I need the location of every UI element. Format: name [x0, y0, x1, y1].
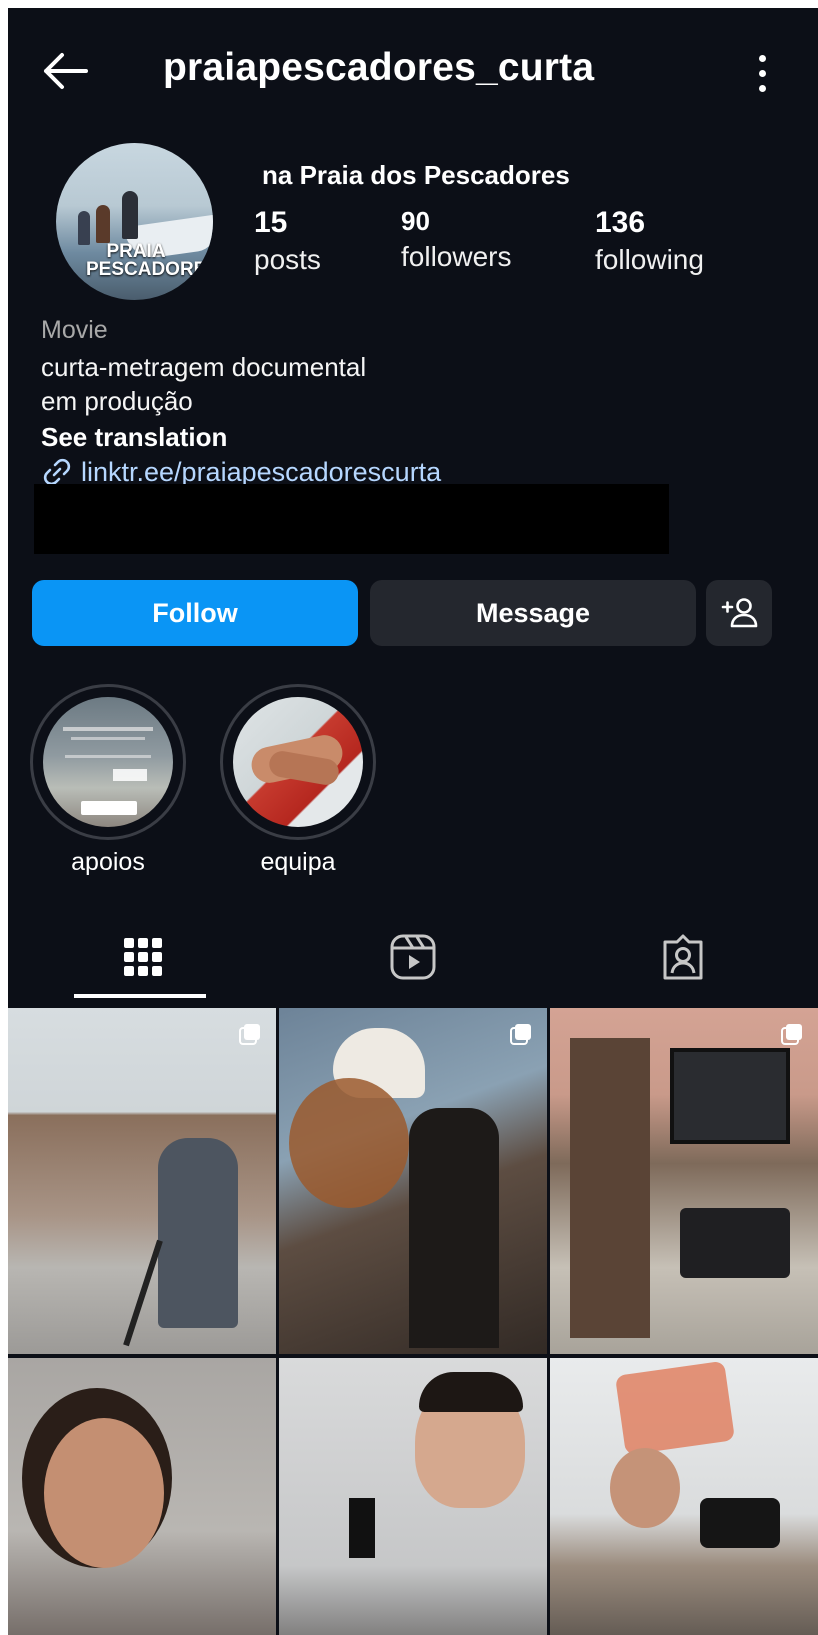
- see-translation-link[interactable]: See translation: [41, 422, 227, 453]
- post-thumbnail[interactable]: [279, 1358, 547, 1635]
- stat-followers[interactable]: 90 followers: [401, 206, 511, 273]
- add-user-icon: [721, 598, 758, 628]
- grid-icon: [124, 938, 162, 976]
- profile-avatar[interactable]: PRAIA PESCADORES: [56, 143, 213, 300]
- display-name: na Praia dos Pescadores: [262, 160, 570, 190]
- following-count: 136: [595, 206, 646, 239]
- profile-category: Movie: [41, 316, 108, 344]
- post-thumbnail[interactable]: [550, 1358, 818, 1635]
- bio-link-text: linktr.ee/praiapescadorescurta: [81, 456, 442, 487]
- followers-label: followers: [401, 241, 512, 272]
- post-thumbnail[interactable]: [8, 1008, 276, 1354]
- followers-count: 90: [401, 206, 430, 236]
- message-button[interactable]: Message: [370, 580, 696, 646]
- profile-screen: praiapescadores_curta PRAIA PESCADORES n…: [8, 8, 818, 1635]
- tab-grid[interactable]: [8, 908, 278, 1006]
- profile-username: praiapescadores_curta: [163, 46, 595, 89]
- post-thumbnail[interactable]: [8, 1358, 276, 1635]
- more-options-button[interactable]: [744, 48, 780, 98]
- active-tab-indicator: [74, 994, 206, 998]
- stat-posts[interactable]: 15 posts: [254, 206, 321, 276]
- bio-line-2: em produção: [41, 386, 193, 416]
- posts-label: posts: [254, 244, 321, 275]
- multiple-posts-icon: [509, 1022, 533, 1046]
- follow-button[interactable]: Follow: [32, 580, 358, 646]
- arrow-left-icon: [44, 53, 88, 89]
- bio-line-1: curta-metragem documental: [41, 352, 367, 382]
- highlight-apoios-label: apoios: [71, 848, 145, 876]
- multiple-posts-icon: [780, 1022, 804, 1046]
- tab-tagged[interactable]: [548, 908, 818, 1006]
- multiple-posts-icon: [238, 1022, 262, 1046]
- highlight-apoios[interactable]: apoios: [30, 684, 186, 877]
- back-button[interactable]: [36, 46, 96, 96]
- highlight-equipa[interactable]: equipa: [220, 684, 376, 877]
- highlight-apoios-image: [43, 697, 173, 827]
- avatar-title: PRAIA PESCADORES: [86, 241, 213, 280]
- profile-tabs: [8, 908, 818, 1006]
- posts-count: 15: [254, 206, 288, 239]
- top-bar: praiapescadores_curta: [8, 8, 818, 128]
- redacted-block: [34, 484, 669, 554]
- post-thumbnail[interactable]: [550, 1008, 818, 1354]
- reels-icon: [390, 934, 436, 980]
- tab-reels[interactable]: [278, 908, 548, 1006]
- stat-following[interactable]: 136 following: [595, 206, 704, 276]
- add-user-button[interactable]: [706, 580, 772, 646]
- tagged-icon: [663, 934, 703, 980]
- post-thumbnail[interactable]: [279, 1008, 547, 1354]
- more-vertical-icon: [758, 54, 766, 62]
- highlight-equipa-image: [233, 697, 363, 827]
- following-label: following: [595, 244, 704, 275]
- highlight-equipa-label: equipa: [260, 848, 336, 876]
